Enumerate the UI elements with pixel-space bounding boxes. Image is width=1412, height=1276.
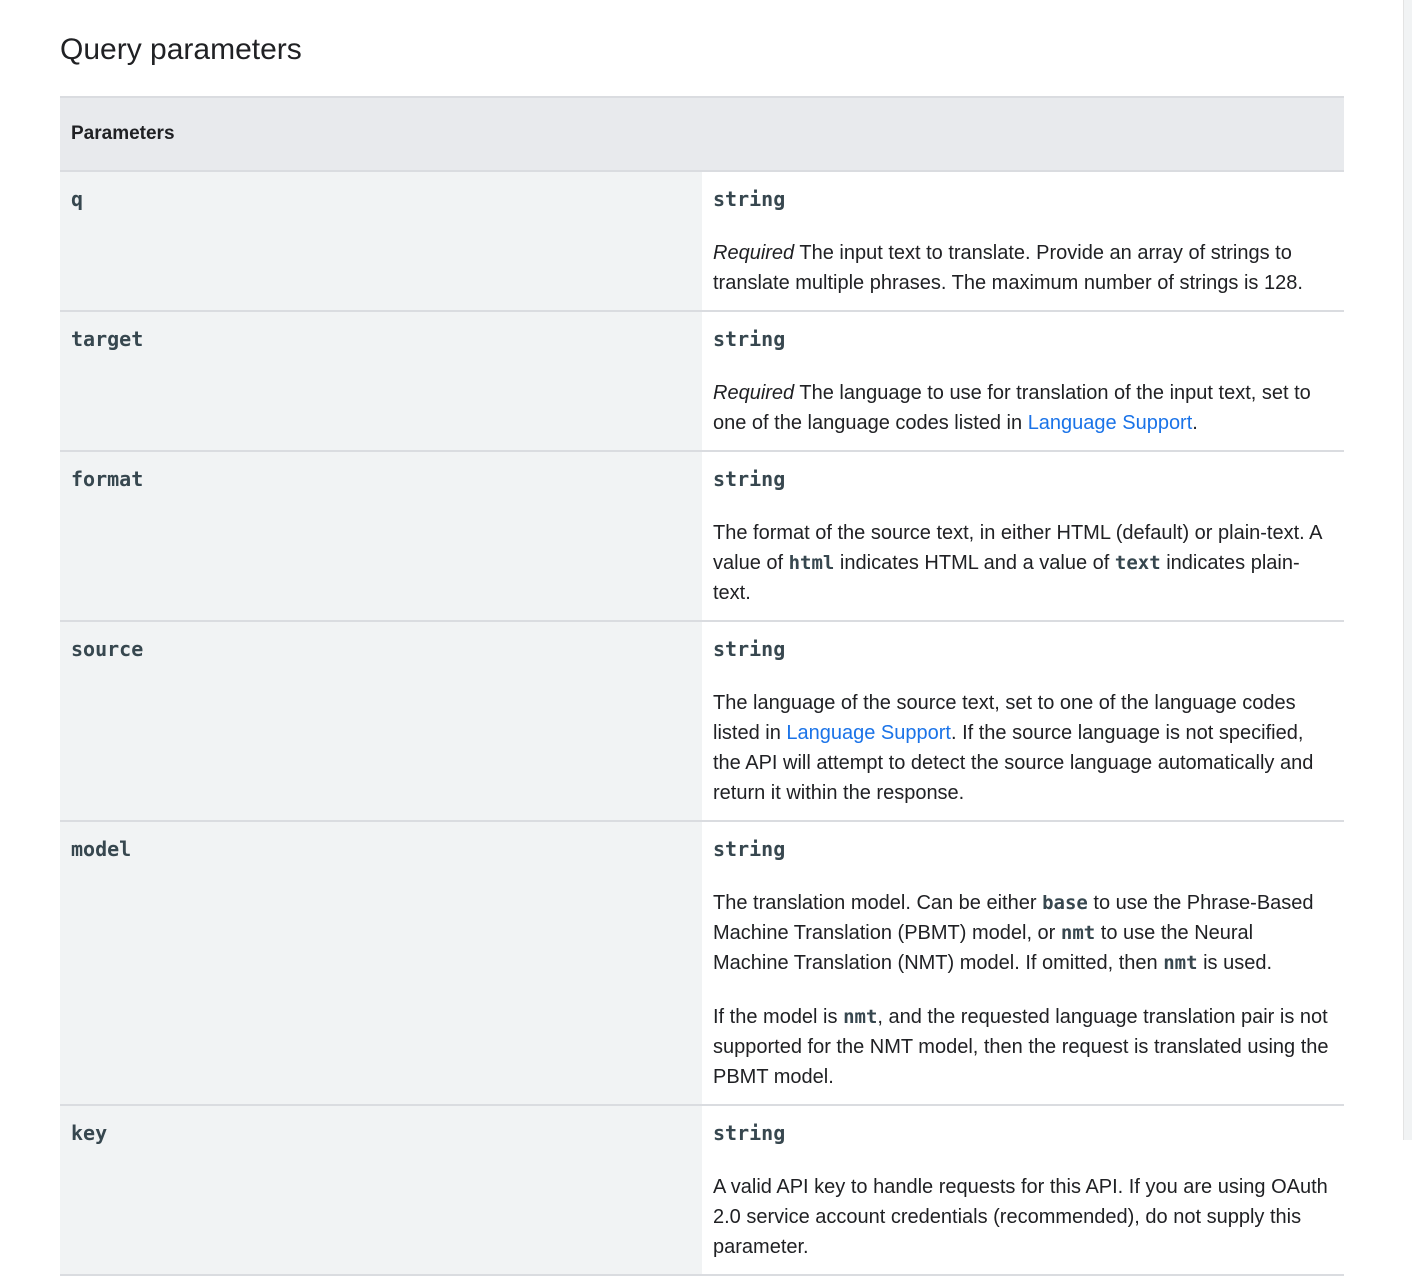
scrollbar-track[interactable] (1403, 0, 1412, 1140)
param-description-format: The format of the source text, in either… (713, 522, 1322, 604)
param-type-target: string (713, 327, 786, 351)
param-name-q: q (60, 171, 702, 312)
param-row-key: key string A valid API key to handle req… (60, 1105, 1344, 1276)
param-desc-cell-model: string The translation model. Can be eit… (702, 821, 1344, 1106)
param-row-format: format string The format of the source t… (60, 451, 1344, 622)
param-desc-cell-key: string A valid API key to handle request… (702, 1105, 1344, 1276)
param-row-target: target string Required The language to u… (60, 311, 1344, 452)
language-support-link[interactable]: Language Support (1028, 412, 1193, 434)
code-nmt: nmt (843, 1006, 878, 1028)
required-label: Required (713, 382, 795, 404)
param-description-model-note: If the model is nmt, and the requested l… (713, 1006, 1329, 1088)
parameters-table: Parameters q string Required The input t… (60, 96, 1344, 1276)
param-description-q: Required The input text to translate. Pr… (713, 242, 1303, 294)
param-desc-cell-target: string Required The language to use for … (702, 311, 1344, 452)
param-name-model: model (60, 821, 702, 1106)
param-description-target: Required The language to use for transla… (713, 382, 1311, 434)
param-name-target: target (60, 311, 702, 452)
param-row-source: source string The language of the source… (60, 621, 1344, 822)
required-label: Required (713, 242, 795, 264)
page-title: Query parameters (60, 33, 302, 66)
param-row-q: q string Required The input text to tran… (60, 171, 1344, 312)
param-type-source: string (713, 637, 786, 661)
code-base: base (1042, 892, 1088, 914)
language-support-link[interactable]: Language Support (786, 722, 951, 744)
param-name-key: key (60, 1105, 702, 1276)
param-desc-cell-q: string Required The input text to transl… (702, 171, 1344, 312)
param-type-model: string (713, 837, 786, 861)
param-name-source: source (60, 621, 702, 822)
param-description-source: The language of the source text, set to … (713, 692, 1314, 804)
param-description-key: A valid API key to handle requests for t… (713, 1176, 1328, 1258)
param-name-format: format (60, 451, 702, 622)
code-text: text (1114, 552, 1161, 574)
param-desc-cell-format: string The format of the source text, in… (702, 451, 1344, 622)
code-html: html (788, 552, 835, 574)
table-header-row: Parameters (60, 96, 1344, 172)
param-row-model: model string The translation model. Can … (60, 821, 1344, 1106)
param-type-format: string (713, 467, 786, 491)
param-type-key: string (713, 1121, 786, 1145)
code-nmt: nmt (1060, 922, 1096, 944)
param-desc-cell-source: string The language of the source text, … (702, 621, 1344, 822)
param-type-q: string (713, 187, 786, 211)
param-description-model: The translation model. Can be either bas… (713, 892, 1314, 974)
table-header: Parameters (60, 96, 1344, 172)
code-nmt: nmt (1163, 952, 1198, 974)
